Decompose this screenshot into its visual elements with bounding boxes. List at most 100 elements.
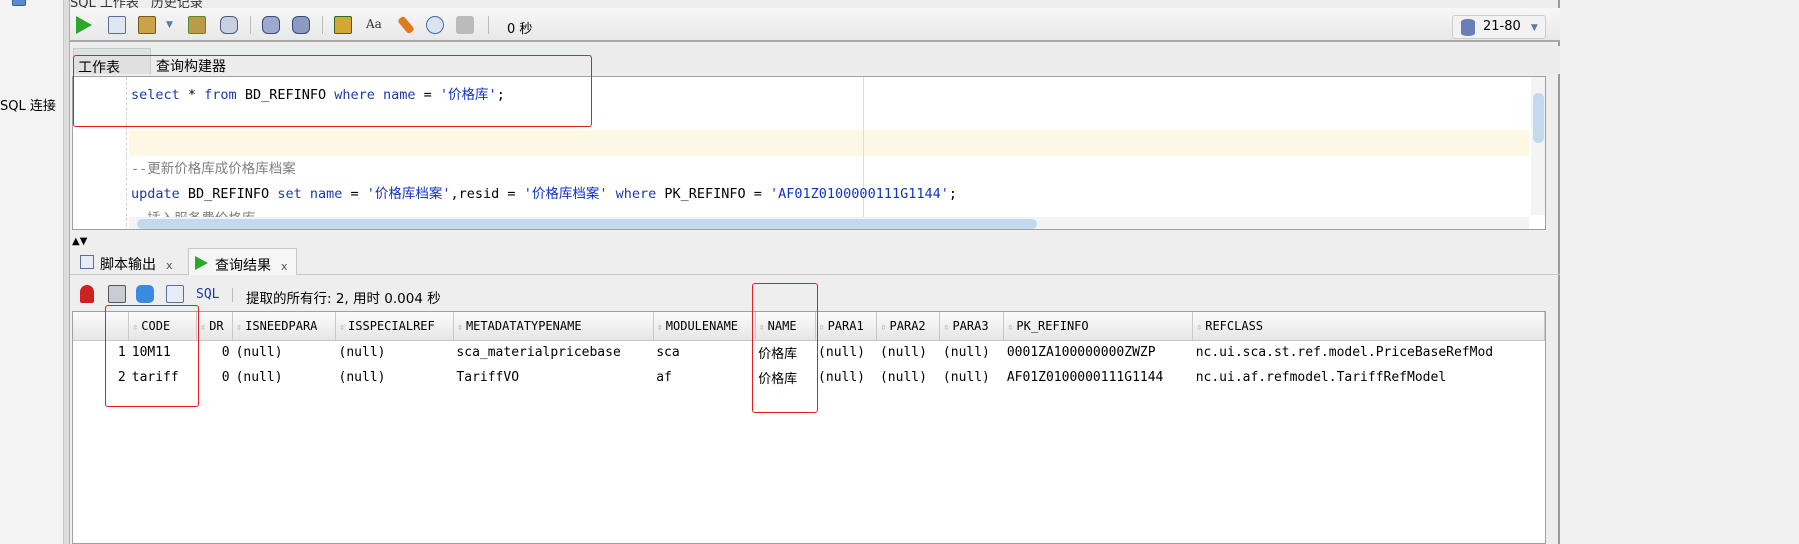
code-token: name xyxy=(309,185,343,202)
table-cell[interactable]: (null) xyxy=(940,340,1004,365)
column-header-metadatatypename[interactable]: ⇳ METADATATYPENAME xyxy=(453,312,654,341)
table-cell[interactable]: AF01Z0100000111G1144 xyxy=(1004,365,1193,390)
rollback-icon[interactable] xyxy=(292,16,310,34)
code-token: ; xyxy=(948,185,957,202)
tab-query-result[interactable]: 查询结果 x xyxy=(188,248,297,275)
worksheet-toolbar: ▼ Aa 0 秒 21-80 ▼ xyxy=(70,8,1560,42)
tab-script-output[interactable]: 脚本输出 x xyxy=(74,248,181,275)
column-label: REFCLASS xyxy=(1205,318,1264,333)
code-token: '价格库档案' xyxy=(366,185,451,202)
sql-button[interactable]: SQL xyxy=(196,287,219,302)
current-line-highlight xyxy=(129,130,1529,156)
table-cell[interactable]: sca xyxy=(653,340,755,365)
code-line: --更新价格库成价格库档案 xyxy=(131,157,296,177)
column-header-modulename[interactable]: ⇳ MODULENAME xyxy=(653,312,756,341)
table-cell[interactable]: nc.ui.af.refmodel.TariffRefModel xyxy=(1193,365,1545,390)
column-label: PK_REFINFO xyxy=(1016,318,1089,333)
code-line: update BD_REFINFO set name = '价格库档案',res… xyxy=(131,182,957,202)
sort-icon[interactable]: ⇳ xyxy=(200,322,206,333)
sort-icon[interactable]: ⇳ xyxy=(819,322,825,333)
code-token: set xyxy=(277,185,302,202)
annotation-box-code xyxy=(105,305,199,407)
connections-icon[interactable] xyxy=(12,0,26,6)
print-icon[interactable] xyxy=(108,285,126,303)
table-cell[interactable]: (null) xyxy=(815,365,877,390)
code-token: '价格库档案' xyxy=(523,185,608,202)
table-cell[interactable]: (null) xyxy=(940,365,1004,390)
column-header-dr[interactable]: ⇳ DR xyxy=(196,312,234,341)
code-token: update xyxy=(131,185,180,202)
sql-connections-label[interactable]: SQL 连接 xyxy=(0,95,56,114)
column-label: ISNEEDPARA xyxy=(245,318,318,333)
commit-icon[interactable] xyxy=(138,16,156,34)
to-upper-lower-icon[interactable]: Aa xyxy=(366,17,382,31)
annotation-box-name xyxy=(752,283,818,413)
pin-icon[interactable] xyxy=(80,285,94,303)
table-cell[interactable]: nc.ui.sca.st.ref.model.PriceBaseRefMod xyxy=(1193,340,1545,365)
commit-transaction-icon[interactable] xyxy=(262,16,280,34)
table-cell[interactable]: 0 xyxy=(197,365,233,390)
elapsed-time: 0 秒 xyxy=(507,22,533,37)
sort-icon[interactable]: ⇳ xyxy=(657,322,663,333)
table-cell[interactable]: 0 xyxy=(197,340,233,365)
column-label: MODULENAME xyxy=(665,318,739,333)
code-token: = xyxy=(342,185,367,202)
table-cell[interactable]: af xyxy=(653,365,755,390)
sql-tuning-icon[interactable] xyxy=(334,16,352,34)
autotrace-icon[interactable] xyxy=(220,16,238,34)
connection-name: 21-80 xyxy=(1483,19,1521,34)
table-cell[interactable]: 0001ZA100000000ZWZP xyxy=(1004,340,1193,365)
table-cell[interactable]: (null) xyxy=(815,340,877,365)
column-header-pk_refinfo[interactable]: ⇳ PK_REFINFO xyxy=(1003,312,1194,341)
sort-icon[interactable]: ⇳ xyxy=(880,322,886,333)
sidebar: SQL 连接 xyxy=(0,0,64,544)
column-header-para3[interactable]: ⇳ PARA3 xyxy=(939,312,1005,341)
clear-icon[interactable] xyxy=(397,15,415,35)
run-script-icon[interactable] xyxy=(108,16,126,34)
dropdown-arrow-icon[interactable]: ▼ xyxy=(166,20,173,30)
table-cell[interactable]: (null) xyxy=(336,365,454,390)
refresh-icon[interactable] xyxy=(136,285,154,303)
table-cell[interactable]: (null) xyxy=(877,340,940,365)
history-icon[interactable] xyxy=(426,16,444,34)
vertical-scrollbar[interactable] xyxy=(1531,77,1545,215)
table-cell[interactable]: TariffVO xyxy=(453,365,653,390)
chevron-down-icon: ▼ xyxy=(1530,23,1538,33)
sort-icon[interactable]: ⇳ xyxy=(943,322,949,333)
sort-icon[interactable]: ⇳ xyxy=(457,322,463,333)
sort-icon[interactable]: ⇳ xyxy=(236,322,242,333)
sort-icon[interactable]: ⇳ xyxy=(1007,322,1013,333)
code-token: --更新价格库成价格库档案 xyxy=(131,161,296,178)
sort-icon[interactable]: ⇳ xyxy=(1196,322,1202,333)
column-label: PARA2 xyxy=(889,318,926,333)
close-icon[interactable]: x xyxy=(166,259,173,272)
column-label: DR xyxy=(209,318,224,333)
explain-plan-icon[interactable] xyxy=(188,16,206,34)
tab-label: 脚本输出 xyxy=(100,257,156,273)
fetch-status: 提取的所有行: 2, 用时 0.004 秒 xyxy=(246,291,441,307)
column-header-para1[interactable]: ⇳ PARA1 xyxy=(815,312,878,341)
connection-selector[interactable]: 21-80 ▼ xyxy=(1452,15,1546,39)
column-header-isspecialref[interactable]: ⇳ ISSPECIALREF xyxy=(335,312,454,341)
column-header-refclass[interactable]: ⇳ REFCLASS xyxy=(1192,312,1545,341)
close-icon[interactable]: x xyxy=(281,260,288,273)
column-label: PARA3 xyxy=(952,318,989,333)
table-cell[interactable]: sca_materialpricebase xyxy=(453,340,653,365)
horizontal-scrollbar[interactable] xyxy=(129,217,1529,229)
table-cell[interactable]: (null) xyxy=(336,340,454,365)
delete-icon[interactable] xyxy=(166,285,184,303)
sort-icon[interactable]: ⇳ xyxy=(339,322,345,333)
table-cell[interactable]: (null) xyxy=(233,340,336,365)
table-cell[interactable]: (null) xyxy=(877,365,940,390)
annotation-box-query xyxy=(73,55,592,127)
column-header-isneedpara[interactable]: ⇳ ISNEEDPARA xyxy=(232,312,337,341)
table-cell[interactable]: (null) xyxy=(233,365,336,390)
run-statement-icon[interactable] xyxy=(76,16,92,34)
code-token: PK_REFINFO = xyxy=(656,185,771,202)
document-tabs: SQL 工作表 历史记录 xyxy=(70,0,215,11)
code-token: ,resid = xyxy=(450,185,524,202)
column-header-para2[interactable]: ⇳ PARA2 xyxy=(876,312,941,341)
format-icon[interactable] xyxy=(456,16,474,34)
